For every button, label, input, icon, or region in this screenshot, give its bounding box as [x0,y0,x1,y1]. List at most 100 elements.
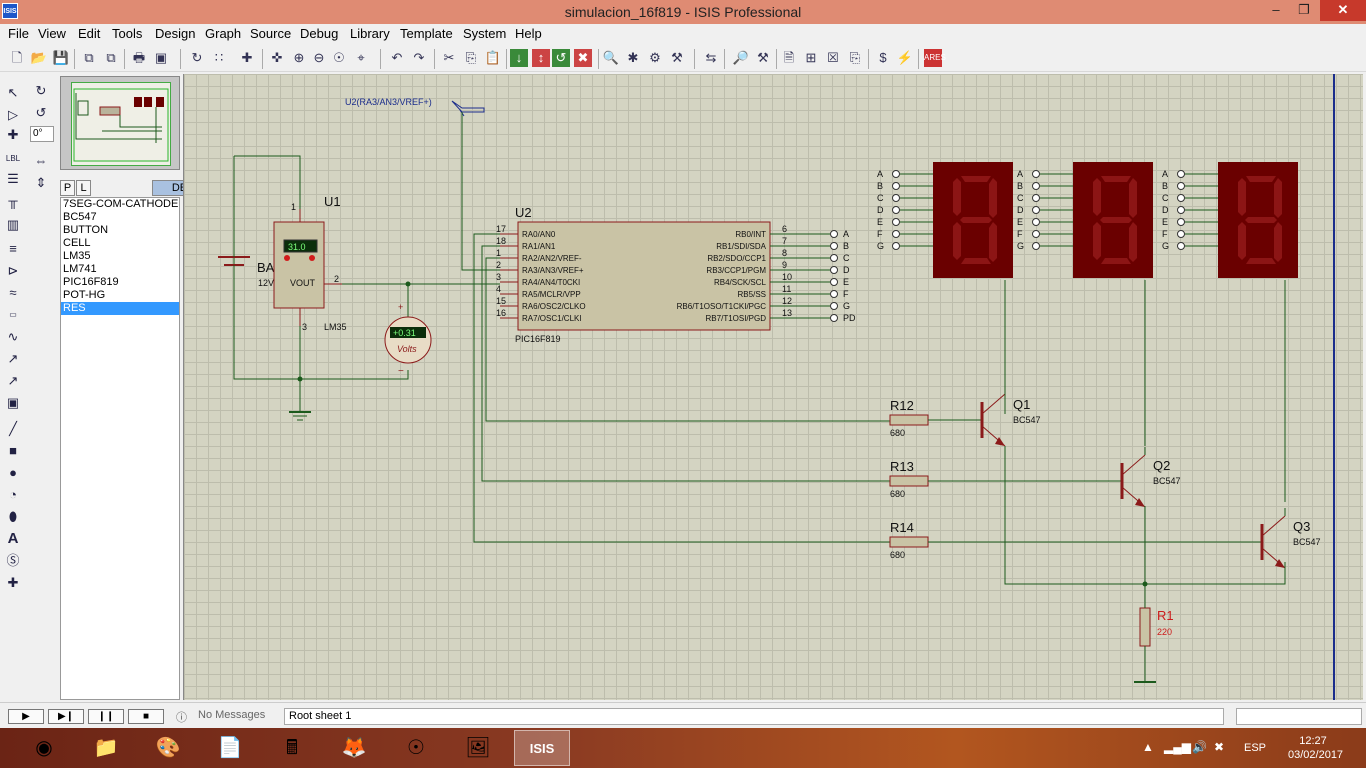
menu-help[interactable]: Help [515,26,542,41]
overview-window[interactable] [60,76,180,170]
device-item[interactable]: BC547 [61,211,179,224]
messages-status[interactable]: No Messages [198,709,265,721]
terminals-icon[interactable]: ≡ [4,240,22,258]
export-icon[interactable]: ⧉ [102,49,120,67]
device-item[interactable]: BUTTON [61,224,179,237]
rotate-cw-icon[interactable]: ↻ [32,82,50,100]
grid-icon[interactable]: ∷ [210,49,228,67]
bus-terminal[interactable] [830,254,838,262]
junction-dot-icon[interactable]: ✚ [4,126,22,144]
add-sheet-icon[interactable]: ⊞ [802,49,820,67]
device-item[interactable]: LM35 [61,250,179,263]
graph-mode-icon[interactable]: ≈ [4,284,22,302]
device-item-selected[interactable]: RES [61,302,179,315]
signal-icon[interactable]: ▂▄▆ [1164,740,1191,754]
device-pins-icon[interactable]: ⊳ [4,262,22,280]
zoom-all-icon[interactable]: ☉ [330,49,348,67]
resistor-r1[interactable]: R1220 [1139,607,1174,647]
isis-taskbar-icon[interactable]: ISIS [514,730,570,766]
chrome-icon[interactable]: ◉ [16,730,72,766]
menu-library[interactable]: Library [350,26,390,41]
device-item[interactable]: 7SEG-COM-CATHODE [61,198,179,211]
lm35-up-button[interactable] [309,255,315,261]
electrical-rule-check-icon[interactable]: ⚡ [896,49,914,67]
voltage-probe[interactable] [451,100,485,113]
dc-voltmeter[interactable] [384,316,432,364]
virtual-instruments-icon[interactable]: ▣ [4,394,22,412]
menu-design[interactable]: Design [155,26,195,41]
photos-icon[interactable]: 🖼 [450,730,506,766]
device-item[interactable]: POT-HG [61,289,179,302]
zoom-out-icon[interactable]: ⊖ [310,49,328,67]
resistor-r13[interactable]: R13 680 [889,459,948,499]
transistor-q1[interactable]: Q1 BC547 [948,386,1041,454]
tape-recorder-icon[interactable]: ▭ [4,306,22,324]
marker-icon[interactable]: ✚ [4,574,22,592]
resistor-r14[interactable]: R14 680 [889,520,948,560]
text-icon[interactable]: A [4,530,22,548]
bus-terminal[interactable] [830,314,838,322]
open-folder-icon[interactable]: 📂 [30,49,48,67]
property-tool-icon[interactable]: ⚒ [754,49,772,67]
print-area-icon[interactable]: ▣ [152,49,170,67]
mirror-horizontal-icon[interactable]: ⇔ [32,152,50,170]
box-icon[interactable]: ■ [4,442,22,460]
import-icon[interactable]: ⧉ [80,49,98,67]
bus-terminal[interactable] [830,230,838,238]
bus-terminal[interactable] [830,266,838,274]
block-delete-icon[interactable]: ✖ [574,49,592,67]
voltage-probe-icon[interactable]: ↗ [4,350,22,368]
pause-button[interactable]: ❙❙ [88,709,124,724]
device-item[interactable]: CELL [61,237,179,250]
bus-terminal[interactable] [830,302,838,310]
menu-source[interactable]: Source [250,26,291,41]
current-probe-icon[interactable]: ↗ [4,372,22,390]
search-tag-icon[interactable]: 🔎 [732,49,750,67]
component-mode-icon[interactable]: ▷ [4,106,22,124]
close-button[interactable]: ✕ [1320,0,1366,21]
decompose-icon[interactable]: ⚒ [668,49,686,67]
transistor-q2[interactable]: Q2 BC547 [948,447,1181,515]
cut-icon[interactable]: ✂ [440,49,458,67]
redo-icon[interactable]: ↷ [410,49,428,67]
file-explorer-icon[interactable]: 📁 [78,730,134,766]
wire-label-icon[interactable]: LBL [4,150,22,168]
device-item[interactable]: LM741 [61,263,179,276]
block-move-icon[interactable]: ↕ [532,49,550,67]
redraw-icon[interactable]: ↻ [188,49,206,67]
menu-edit[interactable]: Edit [78,26,100,41]
rotate-ccw-icon[interactable]: ↺ [32,104,50,122]
mirror-vertical-icon[interactable]: ⇕ [32,174,50,192]
packaging-icon[interactable]: ⚙ [646,49,664,67]
zoom-area-icon[interactable]: ⌖ [352,49,370,67]
play-button[interactable]: ▶ [8,709,44,724]
seven-segment-display[interactable]: ABCDEFG [877,162,1013,278]
wire-autorouter-icon[interactable]: ⇆ [702,49,720,67]
exit-to-parent-icon[interactable]: ⎘ [846,49,864,67]
minimize-button[interactable]: – [1262,0,1290,21]
menu-system[interactable]: System [463,26,506,41]
subcircuit-icon[interactable]: ▥ [4,216,22,234]
ares-icon[interactable]: ARES [924,49,946,67]
line-icon[interactable]: ╱ [4,420,22,438]
lm35-sensor[interactable] [273,221,325,309]
bus-terminal[interactable] [830,290,838,298]
device-list[interactable]: 7SEG-COM-CATHODE BC547 BUTTON CELL LM35 … [60,197,180,700]
block-rotate-icon[interactable]: ↺ [552,49,570,67]
network-icon[interactable]: ✖ [1214,740,1224,754]
input-language[interactable]: ESP [1244,742,1266,754]
symbol-icon[interactable]: Ⓢ [4,552,22,570]
schematic-canvas[interactable]: U2(RA3/AN3/VREF+) BA 12V 31.0 VOUT 1 2 3… [183,74,1363,700]
notes-icon[interactable]: 📄 [202,730,258,766]
bill-of-materials-icon[interactable]: $ [874,49,892,67]
bus-terminal[interactable] [830,242,838,250]
calculator-icon[interactable]: 🖩 [264,730,320,766]
pick-devices-button[interactable]: P [60,180,75,196]
block-copy-icon[interactable]: ↓ [510,49,528,67]
menu-graph[interactable]: Graph [205,26,241,41]
undo-icon[interactable]: ↶ [388,49,406,67]
menu-view[interactable]: View [38,26,66,41]
internet-explorer-icon[interactable]: ☉ [388,730,444,766]
resistor-r12[interactable]: R12 680 [889,398,948,438]
seven-segment-display[interactable]: ABCDEFG [1162,162,1298,278]
